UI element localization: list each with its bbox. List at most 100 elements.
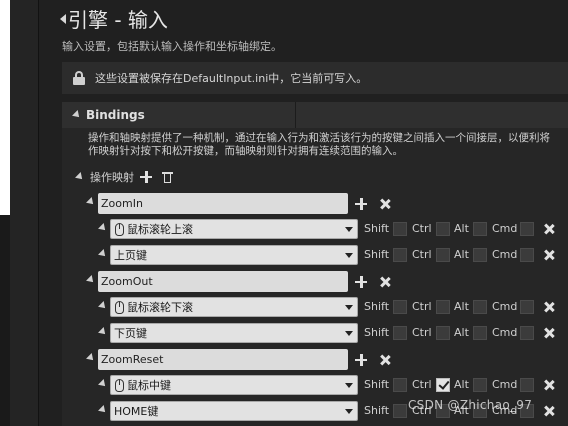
expand-arrow-icon[interactable] bbox=[98, 379, 108, 389]
modifier-label-shift: Shift bbox=[364, 378, 390, 391]
key-selector[interactable]: 下页键 bbox=[110, 323, 358, 343]
cmd-checkbox[interactable] bbox=[520, 222, 534, 236]
alt-checkbox[interactable] bbox=[473, 300, 487, 314]
watermark: CSDN @Zhichao_97 bbox=[408, 398, 533, 412]
bindings-title: Bindings bbox=[86, 108, 145, 122]
key-selector[interactable]: 鼠标中键 bbox=[110, 375, 358, 395]
modifier-label-alt: Alt bbox=[454, 248, 469, 261]
dropdown-arrow-icon[interactable] bbox=[345, 383, 353, 388]
action-mapping-group: ZoomIn bbox=[62, 193, 568, 215]
shift-checkbox[interactable] bbox=[393, 326, 407, 340]
key-label: 鼠标中键 bbox=[127, 379, 171, 392]
ctrl-checkbox[interactable] bbox=[436, 248, 450, 262]
ctrl-checkbox[interactable] bbox=[436, 378, 450, 392]
alt-checkbox[interactable] bbox=[473, 248, 487, 262]
remove-key-icon[interactable] bbox=[544, 250, 554, 260]
modifier-label-alt: Alt bbox=[454, 378, 469, 391]
expand-arrow-icon[interactable] bbox=[98, 249, 108, 259]
page-title-row: 引擎 - 输入 bbox=[60, 4, 168, 32]
remove-key-icon[interactable] bbox=[544, 380, 554, 390]
delete-all-icon[interactable] bbox=[162, 171, 173, 183]
unlock-icon bbox=[73, 71, 85, 85]
alt-checkbox[interactable] bbox=[473, 222, 487, 236]
key-binding-row: 鼠标滚轮上滚 Shift Ctrl Alt Cmd bbox=[62, 219, 568, 241]
add-key-icon[interactable] bbox=[355, 198, 367, 210]
shift-checkbox[interactable] bbox=[393, 222, 407, 236]
expand-arrow-icon[interactable] bbox=[98, 327, 108, 337]
ctrl-checkbox[interactable] bbox=[436, 326, 450, 340]
action-name-field[interactable]: ZoomReset bbox=[98, 349, 348, 370]
page-title: 引擎 - 输入 bbox=[68, 7, 168, 32]
description-line: 操作和轴映射提供了一种机制，通过在输入行为和激活该行为的按键之间插入一个间接层，… bbox=[88, 132, 550, 144]
expand-arrow-icon[interactable] bbox=[86, 197, 96, 207]
key-selector[interactable]: 鼠标滚轮上滚 bbox=[110, 219, 358, 239]
modifier-label-cmd: Cmd bbox=[492, 378, 518, 391]
key-selector[interactable]: HOME键 bbox=[110, 401, 358, 421]
key-binding-row: 上页键 Shift Ctrl Alt Cmd bbox=[62, 245, 568, 267]
cmd-checkbox[interactable] bbox=[520, 300, 534, 314]
ctrl-checkbox[interactable] bbox=[436, 300, 450, 314]
add-mapping-icon[interactable] bbox=[140, 171, 152, 183]
modifier-label-cmd: Cmd bbox=[492, 248, 518, 261]
dropdown-arrow-icon[interactable] bbox=[345, 331, 353, 336]
mouse-icon bbox=[115, 378, 124, 392]
remove-mapping-icon[interactable] bbox=[380, 199, 390, 209]
action-mappings-header[interactable]: 操作映射 bbox=[75, 168, 173, 186]
remove-key-icon[interactable] bbox=[544, 328, 554, 338]
cmd-checkbox[interactable] bbox=[520, 248, 534, 262]
alt-checkbox[interactable] bbox=[473, 326, 487, 340]
collapse-arrow-icon bbox=[60, 14, 66, 24]
ctrl-checkbox[interactable] bbox=[436, 222, 450, 236]
shift-checkbox[interactable] bbox=[393, 248, 407, 262]
expand-arrow-icon[interactable] bbox=[75, 172, 85, 182]
remove-key-icon[interactable] bbox=[544, 406, 554, 416]
key-binding-row: 鼠标滚轮下滚 Shift Ctrl Alt Cmd bbox=[62, 297, 568, 319]
remove-key-icon[interactable] bbox=[544, 302, 554, 312]
action-mapping-group: ZoomOut bbox=[62, 271, 568, 293]
modifier-label-shift: Shift bbox=[364, 222, 390, 235]
expand-arrow-icon[interactable] bbox=[86, 275, 96, 285]
modifier-label-cmd: Cmd bbox=[492, 300, 518, 313]
add-key-icon[interactable] bbox=[355, 276, 367, 288]
key-label: 上页键 bbox=[114, 249, 147, 262]
shift-checkbox[interactable] bbox=[393, 404, 407, 418]
expand-arrow-icon[interactable] bbox=[98, 301, 108, 311]
modifier-label-alt: Alt bbox=[454, 326, 469, 339]
shift-checkbox[interactable] bbox=[393, 300, 407, 314]
action-mapping-group: ZoomReset bbox=[62, 349, 568, 371]
modifier-label-ctrl: Ctrl bbox=[412, 248, 432, 261]
cmd-checkbox[interactable] bbox=[520, 378, 534, 392]
dropdown-arrow-icon[interactable] bbox=[345, 227, 353, 232]
modifier-label-shift: Shift bbox=[364, 404, 390, 417]
config-notice-text: 这些设置被保存在DefaultInput.ini中，它当前可写入。 bbox=[95, 72, 368, 85]
add-key-icon[interactable] bbox=[355, 354, 367, 366]
modifier-label-ctrl: Ctrl bbox=[412, 222, 432, 235]
header-column-divider bbox=[295, 102, 296, 128]
left-panel bbox=[10, 0, 38, 426]
key-selector[interactable]: 上页键 bbox=[110, 245, 358, 265]
modifier-label-cmd: Cmd bbox=[492, 326, 518, 339]
key-selector[interactable]: 鼠标滚轮下滚 bbox=[110, 297, 358, 317]
background-window-strip bbox=[0, 0, 10, 215]
dropdown-arrow-icon[interactable] bbox=[345, 253, 353, 258]
modifier-label-ctrl: Ctrl bbox=[412, 300, 432, 313]
shift-checkbox[interactable] bbox=[393, 378, 407, 392]
bindings-header[interactable]: Bindings bbox=[62, 102, 568, 128]
mouse-icon bbox=[115, 300, 124, 314]
modifier-label-shift: Shift bbox=[364, 326, 390, 339]
key-binding-row: 下页键 Shift Ctrl Alt Cmd bbox=[62, 323, 568, 345]
remove-key-icon[interactable] bbox=[544, 224, 554, 234]
expand-arrow-icon[interactable] bbox=[86, 353, 96, 363]
remove-mapping-icon[interactable] bbox=[380, 277, 390, 287]
cmd-checkbox[interactable] bbox=[520, 326, 534, 340]
modifier-label-shift: Shift bbox=[364, 300, 390, 313]
dropdown-arrow-icon[interactable] bbox=[345, 409, 353, 414]
modifier-label-ctrl: Ctrl bbox=[412, 378, 432, 391]
action-name-field[interactable]: ZoomOut bbox=[98, 271, 348, 292]
remove-mapping-icon[interactable] bbox=[380, 355, 390, 365]
action-name-field[interactable]: ZoomIn bbox=[98, 193, 348, 214]
alt-checkbox[interactable] bbox=[473, 378, 487, 392]
expand-arrow-icon[interactable] bbox=[98, 223, 108, 233]
dropdown-arrow-icon[interactable] bbox=[345, 305, 353, 310]
expand-arrow-icon[interactable] bbox=[98, 405, 108, 415]
